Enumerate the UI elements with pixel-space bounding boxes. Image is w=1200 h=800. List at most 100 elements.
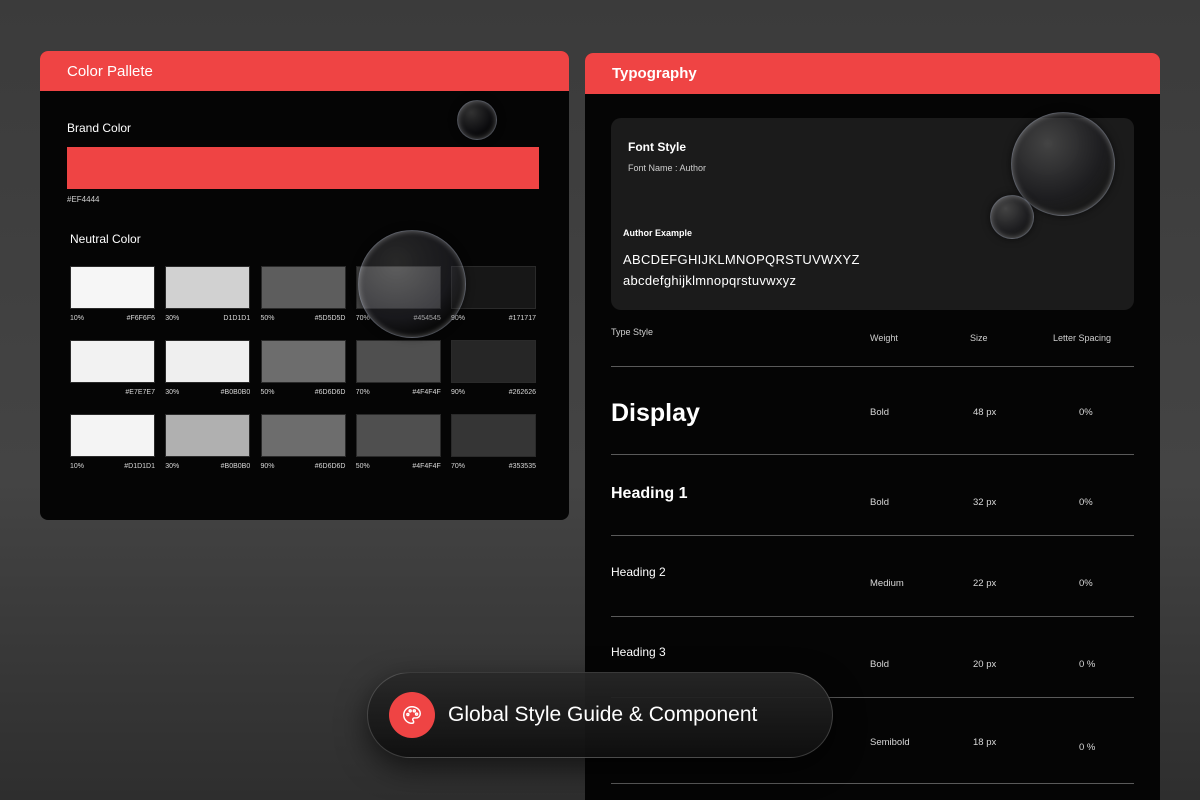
swatch[interactable]: 50% #4F4F4F: [355, 414, 441, 488]
style-name-display: Display: [611, 399, 700, 427]
swatch-percent: 70%: [451, 463, 466, 470]
swatch-percent: 10%: [70, 315, 85, 322]
swatch-hex: #E7E7E7: [125, 389, 155, 396]
swatch-percent: 50%: [260, 389, 275, 396]
brand-color-title: Brand Color: [67, 121, 132, 135]
size-header: Size: [970, 333, 988, 343]
style-guide-label: Global Style Guide & Component: [448, 703, 758, 726]
swatch-percent: 70%: [355, 389, 370, 396]
letter-spacing-header: Letter Spacing: [1053, 333, 1112, 343]
swatch-color: [70, 266, 155, 309]
swatch-hex: #171717: [508, 315, 536, 322]
typography-header: Typography: [585, 53, 1160, 94]
color-palette-header: Color Pallete: [40, 51, 569, 91]
color-palette-title: Color Pallete: [67, 62, 153, 80]
row-weight: Bold: [870, 407, 890, 418]
swatch-percent: 30%: [165, 389, 180, 396]
swatch-row: 10% #D1D1D1 30% #B0B0B0 90% #6D6D6D 50% #4F4…: [70, 414, 536, 488]
swatch[interactable]: 70% #4F4F4F: [355, 340, 441, 414]
swatch-color: [165, 414, 251, 457]
swatch[interactable]: 30% #B0B0B0: [165, 340, 251, 414]
style-name-heading-2: Heading 2: [611, 565, 666, 579]
palette-icon: [389, 692, 435, 738]
swatch[interactable]: 10% #F6F6F6: [70, 266, 155, 340]
divider: [611, 535, 1134, 536]
lowercase-sample: abcdefghijklmnopqrstuvwxyz: [623, 273, 797, 288]
font-name: Font Name : Author: [628, 163, 707, 173]
swatch-color: [165, 266, 251, 309]
row-weight: Bold: [870, 659, 890, 670]
swatch-percent: 50%: [260, 315, 275, 322]
row-weight: Bold: [870, 497, 890, 508]
swatch[interactable]: 30% D1D1D1: [165, 266, 251, 340]
row-spacing: 0%: [1079, 497, 1093, 508]
divider: [611, 616, 1134, 617]
swatch[interactable]: 70% #353535: [451, 414, 536, 488]
swatch-color: [70, 340, 155, 383]
font-style-card: Font Style Font Name : Author Author Exa…: [611, 112, 1134, 310]
swatch-percent: 10%: [70, 463, 85, 470]
swatch-hex: D1D1D1: [223, 315, 251, 322]
swatch-color: [451, 340, 536, 383]
swatch-hex: #D1D1D1: [124, 463, 155, 470]
swatch-hex: #6D6D6D: [314, 389, 346, 396]
neutral-color-title: Neutral Color: [70, 232, 141, 246]
weight-header: Weight: [870, 333, 898, 343]
swatch-hex: #262626: [508, 389, 536, 396]
swatch[interactable]: 90% #6D6D6D: [260, 414, 346, 488]
swatch-percent: 90%: [260, 463, 275, 470]
neutral-swatch-grid: 10%#F6F6F6 30%D1D1D1 50%#5D5D5D 70%#4545…: [70, 266, 536, 488]
row-size: 48 px: [973, 407, 997, 418]
style-name-heading-1: Heading 1: [611, 485, 688, 502]
decorative-bubble: [990, 195, 1034, 239]
swatch-color: [260, 414, 346, 457]
brand-color-hex: #EF4444: [67, 195, 100, 204]
row-size: 20 px: [973, 659, 997, 670]
row-spacing: 0%: [1079, 578, 1093, 589]
swatch-color: [260, 266, 346, 309]
font-style-title: Font Style: [628, 140, 687, 154]
swatch-percent: 30%: [165, 463, 180, 470]
swatch-hex: #5D5D5D: [314, 315, 346, 322]
swatch-hex: #B0B0B0: [220, 463, 251, 470]
color-palette-panel: Color Pallete Brand Color #EF4444 Neutra…: [40, 51, 569, 520]
style-name-heading-3: Heading 3: [611, 645, 666, 659]
swatch[interactable]: 90% #262626: [451, 340, 536, 414]
swatch-hex: #6D6D6D: [314, 463, 346, 470]
swatch[interactable]: 10% #D1D1D1: [70, 414, 155, 488]
swatch-color: [260, 340, 346, 383]
swatch-color: [451, 414, 536, 457]
swatch-hex: #B0B0B0: [220, 389, 251, 396]
typography-title: Typography: [612, 65, 697, 82]
swatch-hex: #4F4F4F: [412, 389, 441, 396]
swatch-percent: 30%: [165, 315, 180, 322]
swatch-color: [165, 340, 251, 383]
decorative-bubble: [358, 230, 466, 338]
divider: [611, 454, 1134, 455]
brand-color-swatch[interactable]: [67, 147, 539, 189]
row-weight: Semibold: [870, 737, 910, 748]
style-guide-pill[interactable]: Global Style Guide & Component: [367, 672, 833, 758]
swatch[interactable]: 50% #6D6D6D: [260, 340, 346, 414]
divider: [611, 366, 1134, 367]
swatch[interactable]: 50% #5D5D5D: [260, 266, 346, 340]
swatch-percent: 90%: [451, 389, 466, 396]
swatch-hex: #F6F6F6: [126, 315, 155, 322]
row-spacing: 0 %: [1079, 659, 1096, 670]
row-weight: Medium: [870, 578, 904, 589]
swatch-row: #E7E7E7 30% #B0B0B0 50% #6D6D6D 70% #4F4F4F…: [70, 340, 536, 414]
swatch-row: 10%#F6F6F6 30%D1D1D1 50%#5D5D5D 70%#4545…: [70, 266, 536, 340]
swatch-color: [355, 414, 441, 457]
row-size: 32 px: [973, 497, 997, 508]
swatch[interactable]: 30% #B0B0B0: [165, 414, 251, 488]
uppercase-sample: ABCDEFGHIJKLMNOPQRSTUVWXYZ: [623, 252, 860, 267]
swatch-hex: #4F4F4F: [412, 463, 441, 470]
divider: [611, 783, 1134, 784]
row-spacing: 0%: [1079, 407, 1093, 418]
swatch-color: [355, 340, 441, 383]
swatch-hex: #353535: [508, 463, 536, 470]
row-size: 18 px: [973, 737, 997, 748]
row-size: 22 px: [973, 578, 997, 589]
type-style-header: Type Style: [611, 327, 654, 337]
swatch[interactable]: #E7E7E7: [70, 340, 155, 414]
